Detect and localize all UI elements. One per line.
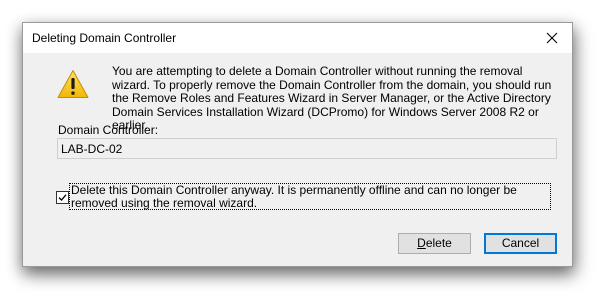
close-button[interactable] (532, 23, 572, 53)
cancel-button[interactable]: Cancel (484, 233, 557, 254)
cancel-button-label: Cancel (501, 236, 540, 250)
domain-controller-label: Domain Controller: (58, 123, 159, 137)
dialog-title: Deleting Domain Controller (32, 31, 177, 45)
checkmark-icon (58, 194, 67, 201)
domain-controller-value: LAB-DC-02 (61, 142, 123, 156)
delete-anyway-checkbox[interactable] (56, 191, 69, 204)
warning-icon (57, 69, 89, 102)
close-icon (546, 32, 558, 44)
domain-controller-field: LAB-DC-02 (57, 138, 557, 159)
delete-dc-dialog: Deleting Domain Controller You are attem… (22, 22, 573, 267)
delete-anyway-label-focus[interactable]: Delete this Domain Controller anyway. It… (69, 183, 551, 210)
delete-button[interactable]: Delete (398, 233, 471, 254)
warning-message: You are attempting to delete a Domain Co… (112, 64, 552, 132)
title-bar[interactable]: Deleting Domain Controller (23, 23, 572, 53)
delete-button-label: Delete (417, 236, 452, 250)
delete-anyway-label: Delete this Domain Controller anyway. It… (71, 183, 517, 210)
